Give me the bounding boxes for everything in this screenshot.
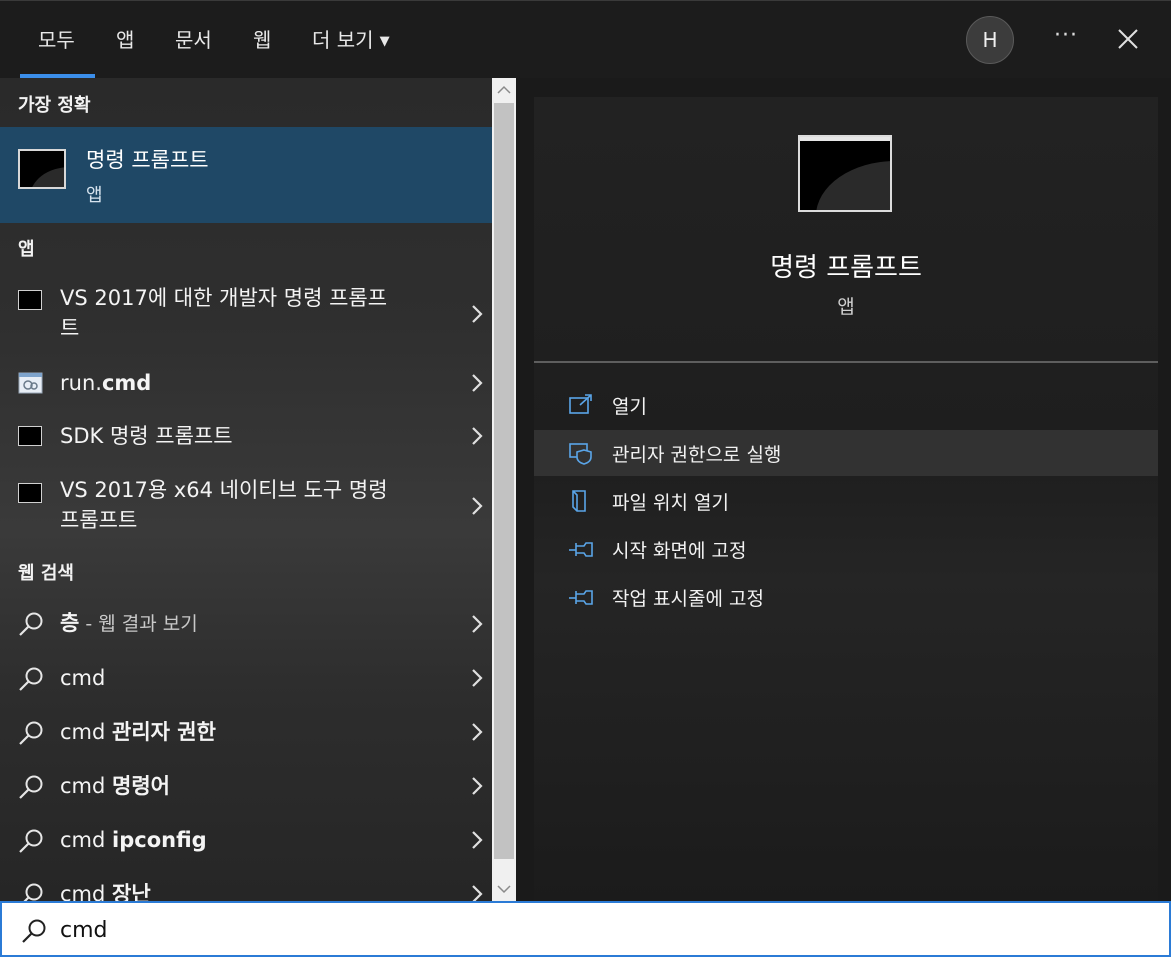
results-scrollbar[interactable] <box>492 78 516 901</box>
cmd-icon <box>18 426 42 446</box>
open-action[interactable]: 열기 <box>534 382 1158 428</box>
best-match-heading: 가장 정확 <box>18 95 91 116</box>
close-button[interactable] <box>1108 19 1148 59</box>
pin-to-taskbar-action[interactable]: 작업 표시줄에 고정 <box>534 574 1158 620</box>
chevron-right-icon <box>472 497 483 515</box>
web-result-item[interactable]: cmd 장난 <box>0 877 492 901</box>
tab-more-label: 더 보기 <box>312 28 374 52</box>
web-result-item[interactable]: 층 - 웹 결과 보기 <box>0 605 492 643</box>
chevron-down-icon: ▼ <box>379 34 390 49</box>
web-result-item[interactable]: cmd 명령어 <box>0 769 492 807</box>
search-box[interactable] <box>0 901 1171 957</box>
chevron-down-icon <box>497 885 511 894</box>
list-item-label: cmd 명령어 <box>60 774 170 798</box>
scroll-up-button[interactable] <box>492 78 516 102</box>
run-as-admin-label: 관리자 권한으로 실행 <box>612 444 782 466</box>
pin-to-start-label: 시작 화면에 고정 <box>612 540 747 562</box>
list-item-label: cmd 장난 <box>60 882 151 901</box>
best-match-title: 명령 프롬프트 <box>86 148 209 172</box>
search-icon <box>19 721 43 745</box>
list-item-label: VS 2017에 대한 개발자 명령 프롬프 트 <box>60 286 388 340</box>
detail-title: 명령 프롬프트 <box>770 253 922 283</box>
web-result-item[interactable]: cmd ipconfig <box>0 823 492 861</box>
list-item-label: cmd ipconfig <box>60 828 207 852</box>
search-icon <box>19 829 43 853</box>
search-icon <box>19 775 43 799</box>
close-icon <box>1118 29 1138 49</box>
chevron-right-icon <box>472 885 483 901</box>
search-scope-bar: 모두 앱 문서 웹 더 보기 ▼ H ··· <box>0 0 1171 79</box>
chevron-up-icon <box>497 85 511 94</box>
web-search-heading: 웹 검색 <box>18 563 74 584</box>
run-as-admin-action[interactable]: 관리자 권한으로 실행 <box>534 430 1158 476</box>
apps-heading: 앱 <box>18 239 35 260</box>
chevron-right-icon <box>472 615 483 633</box>
detail-pane: 명령 프롬프트 앱 열기 관리자 권한으로 실행 파일 위치 열기 시작 화면에… <box>534 97 1158 901</box>
chevron-right-icon <box>472 374 483 392</box>
chevron-right-icon <box>472 427 483 445</box>
tab-documents[interactable]: 문서 <box>175 23 212 57</box>
pin-icon <box>569 542 593 557</box>
open-file-location-action[interactable]: 파일 위치 열기 <box>534 478 1158 524</box>
list-item[interactable]: run.cmd <box>0 365 492 403</box>
file-location-icon <box>572 490 586 512</box>
chevron-right-icon <box>472 777 483 795</box>
open-file-location-label: 파일 위치 열기 <box>612 492 729 514</box>
list-item-label: 층 - 웹 결과 보기 <box>60 611 198 635</box>
list-item-label: VS 2017용 x64 네이티브 도구 명령 프롬프트 <box>60 478 388 532</box>
list-item-label: cmd 관리자 권한 <box>60 720 216 744</box>
list-item-label: run.cmd <box>60 371 152 395</box>
best-match-subtitle: 앱 <box>86 185 103 206</box>
tab-web[interactable]: 웹 <box>253 23 271 57</box>
list-item-label: cmd <box>60 666 106 690</box>
cmd-icon <box>18 290 42 310</box>
tab-apps[interactable]: 앱 <box>116 23 134 57</box>
web-result-item[interactable]: cmd <box>0 661 492 699</box>
tab-all[interactable]: 모두 <box>38 23 75 57</box>
pin-icon <box>569 590 593 605</box>
batch-file-icon <box>18 372 43 394</box>
scroll-down-button[interactable] <box>492 877 516 901</box>
divider <box>534 361 1158 363</box>
list-item-label: SDK 명령 프롬프트 <box>60 424 233 448</box>
results-panel: 가장 정확 명령 프롬프트 앱 앱 VS 2017에 대한 개발자 명령 프롬프… <box>0 78 492 901</box>
best-match-item[interactable]: 명령 프롬프트 앱 <box>0 127 492 223</box>
avatar[interactable]: H <box>966 16 1014 64</box>
cmd-icon <box>18 483 42 503</box>
open-action-label: 열기 <box>612 396 647 418</box>
shield-icon <box>569 443 592 465</box>
chevron-right-icon <box>472 723 483 741</box>
search-icon <box>23 883 43 901</box>
tab-more[interactable]: 더 보기 ▼ <box>312 23 390 57</box>
web-result-item[interactable]: cmd 관리자 권한 <box>0 715 492 753</box>
search-icon <box>19 612 43 636</box>
search-icon <box>19 667 43 691</box>
pin-to-start-action[interactable]: 시작 화면에 고정 <box>534 526 1158 572</box>
list-item[interactable]: VS 2017에 대한 개발자 명령 프롬프 트 <box>0 280 492 348</box>
search-icon <box>22 919 46 943</box>
pin-to-taskbar-label: 작업 표시줄에 고정 <box>612 588 764 610</box>
cmd-large-icon <box>798 135 892 212</box>
chevron-right-icon <box>472 305 483 323</box>
search-input[interactable] <box>60 913 1140 947</box>
chevron-right-icon <box>472 831 483 849</box>
scroll-thumb[interactable] <box>494 103 514 859</box>
cmd-icon <box>18 149 66 189</box>
detail-subtitle: 앱 <box>837 296 855 318</box>
chevron-right-icon <box>472 669 483 687</box>
more-options-button[interactable]: ··· <box>1046 21 1086 57</box>
list-item[interactable]: SDK 명령 프롬프트 <box>0 418 492 456</box>
open-icon <box>569 394 592 414</box>
list-item[interactable]: VS 2017용 x64 네이티브 도구 명령 프롬프트 <box>0 473 492 539</box>
